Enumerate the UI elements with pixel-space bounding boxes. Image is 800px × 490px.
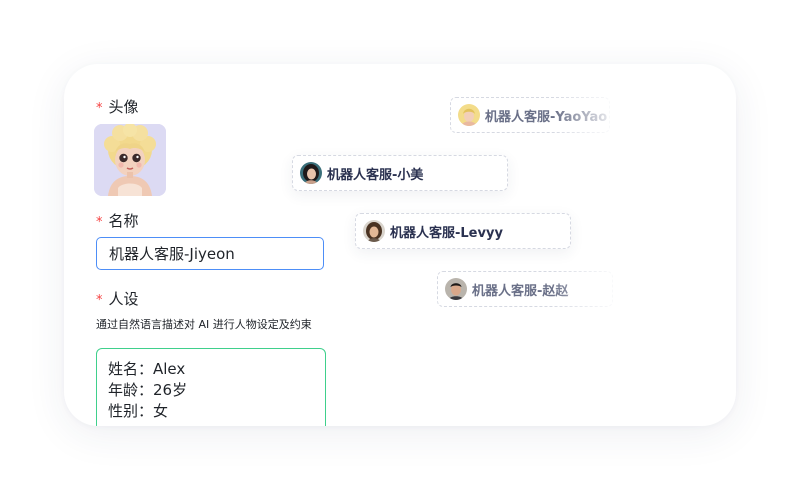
persona-line-gender: 性别：女 bbox=[108, 402, 169, 420]
name-label: 名称 bbox=[108, 212, 139, 230]
persona-label: 人设 bbox=[108, 290, 139, 308]
avatar-upload[interactable] bbox=[94, 124, 166, 196]
bot-chip-yaoyao[interactable]: 机器人客服-YaoYao bbox=[450, 97, 610, 133]
required-mark: * bbox=[96, 101, 103, 116]
avatar-label: 头像 bbox=[108, 98, 139, 116]
persona-hint: 通过自然语言描述对 AI 进行人物设定及约束 bbox=[96, 318, 312, 331]
man-avatar-icon bbox=[445, 278, 467, 300]
name-input-value: 机器人客服-Jiyeon bbox=[109, 245, 235, 263]
bot-chip-name: 机器人客服-Levyy bbox=[390, 225, 503, 241]
required-mark: * bbox=[96, 293, 103, 308]
persona-line-age: 年龄：26岁 bbox=[108, 381, 188, 399]
persona-label-row: * 人设 bbox=[96, 288, 139, 309]
bot-chip-name: 机器人客服-小美 bbox=[327, 167, 424, 183]
bot-chip-name: 机器人客服-赵赵 bbox=[472, 283, 569, 299]
bot-chip-xiaomei[interactable]: 机器人客服-小美 bbox=[292, 155, 508, 191]
bot-config-card: * 头像 * 名称 机器人客服-Jiyeon * 人设 通过自然语言描述对 AI… bbox=[64, 64, 736, 426]
persona-textarea[interactable]: 姓名：Alex 年龄：26岁 性别：女 bbox=[96, 348, 326, 426]
persona-line-name: 姓名：Alex bbox=[108, 360, 186, 378]
avatar-label-row: * 头像 bbox=[96, 96, 139, 117]
name-input[interactable]: 机器人客服-Jiyeon bbox=[96, 237, 324, 270]
dark-hair-woman-avatar-icon bbox=[300, 162, 322, 184]
required-mark: * bbox=[96, 215, 103, 230]
brunette-woman-avatar-icon bbox=[363, 220, 385, 242]
bot-chip-name: 机器人客服-YaoYao bbox=[485, 109, 608, 125]
cartoon-girl-avatar-icon bbox=[94, 124, 166, 196]
blonde-woman-avatar-icon bbox=[458, 104, 480, 126]
bot-chip-zhaozhao[interactable]: 机器人客服-赵赵 bbox=[437, 271, 613, 307]
name-label-row: * 名称 bbox=[96, 210, 139, 231]
bot-chip-levyy[interactable]: 机器人客服-Levyy bbox=[355, 213, 571, 249]
